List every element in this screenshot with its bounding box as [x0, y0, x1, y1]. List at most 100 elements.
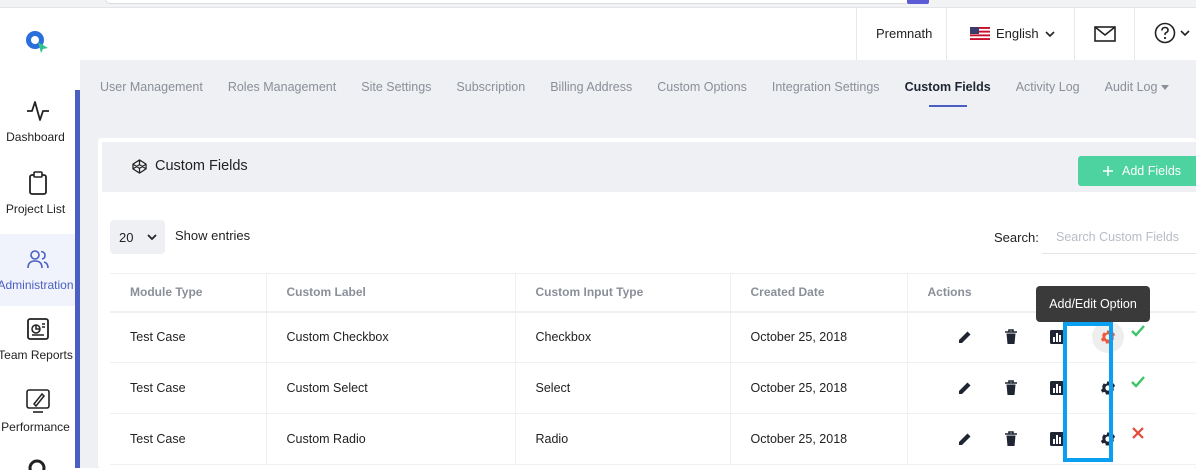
- card-title: Custom Fields: [132, 158, 248, 174]
- sidebar-item-administration[interactable]: Administration: [0, 234, 75, 306]
- help-menu[interactable]: [1154, 22, 1190, 44]
- sidebar: Dashboard Project List Administration Te…: [0, 60, 80, 470]
- cell-module-type: Test Case: [110, 413, 267, 465]
- column-header-created-date[interactable]: Created Date: [730, 273, 908, 313]
- edit-button[interactable]: [942, 424, 988, 454]
- check-icon: [1130, 325, 1145, 337]
- add-fields-label: Add Fields: [1122, 164, 1182, 178]
- check-icon: [1130, 376, 1145, 388]
- table-row: Test Case Custom Checkbox Checkbox Octob…: [110, 311, 1196, 363]
- divider: [946, 8, 947, 60]
- main-content: User Management Roles Management Site Se…: [80, 60, 1196, 468]
- entries-label: Show entries: [175, 228, 251, 243]
- codepen-icon: [132, 158, 147, 174]
- clipboard-icon: [28, 171, 47, 195]
- tab-user-management[interactable]: User Management: [100, 80, 203, 94]
- user-name[interactable]: Premnath: [876, 26, 932, 41]
- address-bar-edge: [105, 0, 925, 4]
- cell-custom-label: Custom Select: [266, 362, 516, 414]
- cell-created-date: October 25, 2018: [730, 311, 908, 363]
- custom-fields-table: Module Type Custom Label Custom Input Ty…: [110, 273, 1196, 465]
- divider: [856, 8, 857, 60]
- sidebar-item-label: Dashboard: [6, 130, 65, 144]
- sidebar-item-dashboard[interactable]: Dashboard: [0, 98, 75, 170]
- divider: [1134, 8, 1135, 60]
- cell-created-date: October 25, 2018: [730, 413, 908, 465]
- sidebar-item-performance[interactable]: Performance: [0, 388, 75, 460]
- cell-custom-label: Custom Radio: [266, 413, 516, 465]
- table-row: Test Case Custom Radio Radio October 25,…: [110, 413, 1196, 465]
- plus-icon: [1103, 166, 1113, 176]
- gear-column-highlight: [1063, 322, 1113, 462]
- cell-actions: [907, 413, 1196, 465]
- trash-icon: [1004, 380, 1017, 395]
- cell-input-type: Select: [515, 362, 731, 414]
- rocket-icon: [25, 389, 50, 413]
- language-selector[interactable]: English: [970, 26, 1055, 41]
- mail-icon[interactable]: [1094, 25, 1116, 43]
- chevron-down-icon: [1045, 30, 1055, 37]
- trash-icon: [1004, 431, 1017, 446]
- column-header-custom-input-type[interactable]: Custom Input Type: [515, 273, 731, 313]
- sidebar-item-label: Administration: [0, 278, 74, 292]
- pencil-icon: [958, 382, 970, 394]
- sidebar-item-label: Team Reports: [0, 348, 73, 362]
- language-label: English: [996, 26, 1039, 41]
- delete-button[interactable]: [988, 424, 1034, 454]
- users-icon: [26, 250, 49, 269]
- more-icon[interactable]: [27, 458, 47, 470]
- help-icon: [1154, 22, 1176, 44]
- tab-custom-fields[interactable]: Custom Fields: [905, 80, 991, 107]
- activity-icon: [26, 101, 49, 121]
- tab-audit-log-label: Audit Log: [1104, 80, 1158, 94]
- edit-button[interactable]: [942, 322, 988, 352]
- tab-billing-address[interactable]: Billing Address: [550, 80, 632, 94]
- table-header-row: Module Type Custom Label Custom Input Ty…: [110, 273, 1196, 313]
- sidebar-item-label: Project List: [5, 202, 66, 216]
- entries-value: 20: [119, 229, 134, 245]
- tab-subscription[interactable]: Subscription: [456, 80, 525, 94]
- entries-select[interactable]: 20: [110, 220, 165, 254]
- delete-button[interactable]: [988, 373, 1034, 403]
- delete-button[interactable]: [988, 322, 1034, 352]
- tab-custom-options[interactable]: Custom Options: [657, 80, 747, 94]
- tab-activity-log[interactable]: Activity Log: [1016, 80, 1080, 94]
- tab-site-settings[interactable]: Site Settings: [361, 80, 431, 94]
- search-label: Search:: [994, 230, 1039, 245]
- column-header-custom-label[interactable]: Custom Label: [266, 273, 516, 313]
- browser-tab-indicator: [907, 0, 929, 4]
- top-bar: Premnath English: [0, 8, 1196, 60]
- pencil-icon: [958, 331, 970, 344]
- pencil-icon: [958, 433, 970, 445]
- status-enabled: [1128, 372, 1148, 392]
- cell-actions: [907, 362, 1196, 414]
- search-input[interactable]: [1042, 220, 1196, 254]
- cell-created-date: October 25, 2018: [730, 362, 908, 414]
- tab-integration-settings[interactable]: Integration Settings: [772, 80, 880, 94]
- us-flag-icon: [970, 27, 990, 40]
- card-header: Custom Fields Add Fields: [102, 142, 1196, 192]
- cell-module-type: Test Case: [110, 311, 267, 363]
- sidebar-item-team-reports[interactable]: Team Reports: [0, 316, 75, 388]
- column-header-module-type[interactable]: Module Type: [110, 273, 267, 313]
- edit-button[interactable]: [942, 373, 988, 403]
- tooltip: Add/Edit Option: [1036, 286, 1150, 322]
- cell-input-type: Radio: [515, 413, 731, 465]
- add-fields-button[interactable]: Add Fields: [1078, 156, 1196, 186]
- cell-custom-label: Custom Checkbox: [266, 311, 516, 363]
- tab-roles-management[interactable]: Roles Management: [228, 80, 336, 94]
- sidebar-item-project-list[interactable]: Project List: [0, 170, 75, 242]
- app-logo-icon[interactable]: [24, 28, 50, 54]
- trash-icon: [1004, 329, 1017, 345]
- chevron-down-icon: [147, 234, 158, 241]
- divider: [1074, 8, 1075, 60]
- status-enabled: [1128, 321, 1148, 341]
- tab-audit-log[interactable]: Audit Log: [1105, 80, 1170, 94]
- cell-module-type: Test Case: [110, 362, 267, 414]
- report-icon: [26, 318, 49, 340]
- status-disabled: [1128, 423, 1148, 443]
- chevron-down-icon: [1180, 30, 1190, 37]
- browser-chrome: [0, 0, 1196, 8]
- cell-input-type: Checkbox: [515, 311, 731, 363]
- card-title-text: Custom Fields: [155, 158, 248, 174]
